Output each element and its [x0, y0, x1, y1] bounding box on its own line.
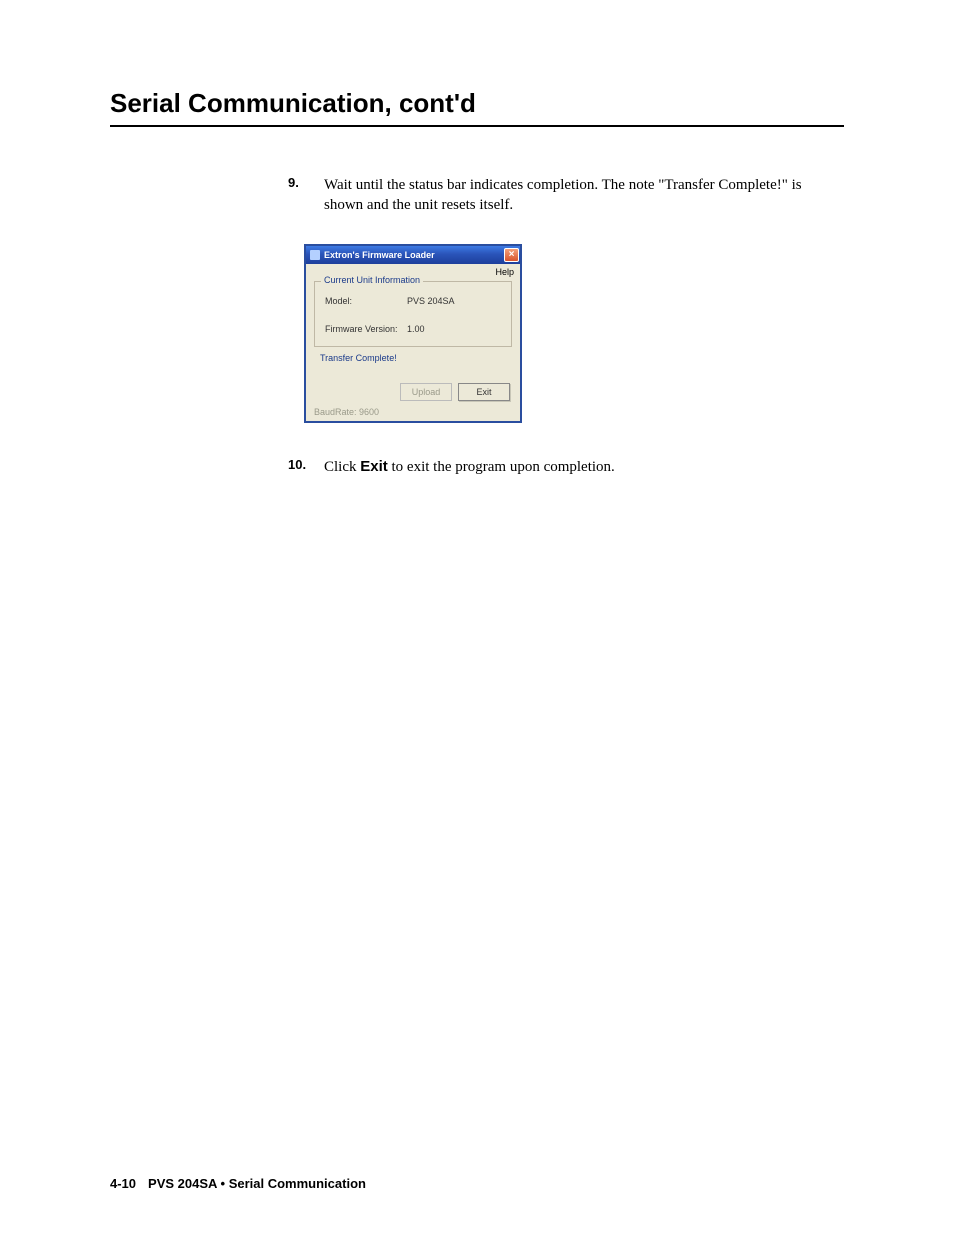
- firmware-value: 1.00: [407, 324, 425, 334]
- step-10-pre: Click: [324, 459, 360, 475]
- firmware-label: Firmware Version:: [325, 324, 407, 334]
- step-10-bold: Exit: [360, 458, 388, 475]
- model-value: PVS 204SA: [407, 296, 455, 306]
- footer-title: PVS 204SA • Serial Communication: [148, 1176, 366, 1191]
- button-row: Upload Exit: [306, 383, 520, 405]
- section-heading: Serial Communication, cont'd: [110, 88, 844, 127]
- app-icon: [310, 250, 320, 260]
- titlebar: Extron's Firmware Loader ×: [306, 246, 520, 264]
- firmware-row: Firmware Version: 1.00: [325, 324, 501, 334]
- model-label: Model:: [325, 296, 407, 306]
- step-9-number: 9.: [288, 175, 324, 216]
- close-icon: ×: [509, 250, 515, 260]
- window-title: Extron's Firmware Loader: [324, 250, 435, 260]
- exit-button[interactable]: Exit: [458, 383, 510, 401]
- upload-button: Upload: [400, 383, 452, 401]
- help-menu[interactable]: Help: [495, 267, 514, 277]
- firmware-loader-dialog: Extron's Firmware Loader × Help Current …: [304, 244, 522, 423]
- baud-rate: BaudRate: 9600: [306, 405, 520, 421]
- status-text: Transfer Complete!: [320, 353, 510, 363]
- step-10: 10. Click Exit to exit the program upon …: [288, 457, 844, 477]
- titlebar-left: Extron's Firmware Loader: [310, 250, 435, 260]
- unit-info-group: Current Unit Information Model: PVS 204S…: [314, 281, 512, 347]
- step-10-post: to exit the program upon completion.: [388, 459, 615, 475]
- step-9: 9. Wait until the status bar indicates c…: [288, 175, 844, 216]
- dialog-screenshot: Extron's Firmware Loader × Help Current …: [304, 244, 844, 423]
- step-10-text: Click Exit to exit the program upon comp…: [324, 457, 615, 477]
- step-9-text: Wait until the status bar indicates comp…: [324, 175, 844, 216]
- group-legend: Current Unit Information: [321, 275, 423, 285]
- step-10-number: 10.: [288, 457, 324, 477]
- page-number: 4-10: [110, 1176, 136, 1191]
- model-row: Model: PVS 204SA: [325, 296, 501, 306]
- page-footer: 4-10 PVS 204SA • Serial Communication: [110, 1176, 366, 1191]
- close-button[interactable]: ×: [504, 248, 519, 262]
